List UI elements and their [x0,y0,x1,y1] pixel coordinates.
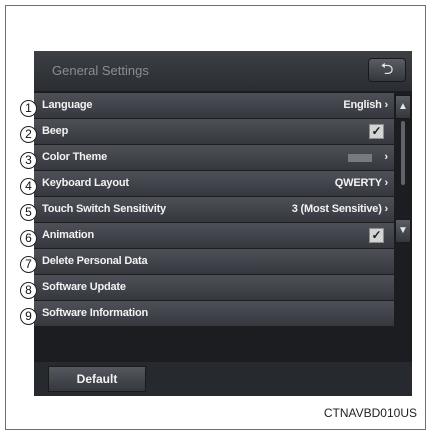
header-bar: General Settings ⮌ [34,51,412,91]
animation-checkbox[interactable]: ✓ [369,228,384,243]
setting-label: Touch Switch Sensitivity [42,203,166,215]
page-title: General Settings [52,63,149,78]
setting-row-beep[interactable]: Beep ✓ [34,119,394,144]
setting-value: 3 (Most Sensitive) › [291,203,389,215]
setting-row-delete-personal-data[interactable]: Delete Personal Data [34,249,394,274]
callout-number: 1 [20,100,37,117]
chevron-right-icon: › [384,151,388,163]
beep-checkbox[interactable]: ✓ [369,124,384,139]
setting-row-software-update[interactable]: Software Update [34,275,394,300]
up-arrow-icon: ▲ [398,101,408,112]
setting-label: Language [42,99,93,111]
manual-figure-frame: General Settings ⮌ Language English › Be… [5,5,426,430]
down-arrow-icon: ▼ [398,225,408,236]
setting-label: Color Theme [42,151,108,163]
callout-number: 4 [20,178,37,195]
scroll-up-button[interactable]: ▲ [395,95,411,119]
checkmark-icon: ✓ [371,124,382,138]
chevron-right-icon: › [384,203,389,215]
setting-row-keyboard-layout[interactable]: Keyboard Layout QWERTY › [34,171,394,196]
setting-value: QWERTY › [334,177,389,189]
setting-label: Software Information [42,307,149,319]
settings-list: Language English › Beep ✓ Color Theme › … [34,93,394,327]
setting-label: Animation [42,229,94,241]
scroll-down-button[interactable]: ▼ [395,219,411,243]
footer-bar: Default [34,362,412,396]
checkmark-icon: ✓ [371,228,382,242]
default-button[interactable]: Default [48,366,146,392]
back-button[interactable]: ⮌ [368,58,406,82]
setting-label: Beep [42,125,69,137]
setting-row-language[interactable]: Language English › [34,93,394,118]
setting-row-software-information[interactable]: Software Information [34,301,394,326]
setting-label: Keyboard Layout [42,177,129,189]
back-arrow-icon: ⮌ [380,61,394,78]
scrollbar[interactable] [401,121,405,185]
chevron-right-icon: › [384,99,389,111]
settings-screen: General Settings ⮌ Language English › Be… [34,51,412,396]
figure-caption: CTNAVBD010US [323,406,417,420]
callout-number: 6 [20,230,37,247]
callout-number: 7 [20,256,37,273]
callout-number: 5 [20,204,37,221]
setting-label: Delete Personal Data [42,255,148,267]
callout-number: 2 [20,126,37,143]
setting-row-color-theme[interactable]: Color Theme › [34,145,394,170]
setting-value: English › [343,99,388,111]
callout-number: 9 [20,308,37,325]
callout-number: 3 [20,152,37,169]
color-swatch [348,154,372,162]
setting-row-touch-sensitivity[interactable]: Touch Switch Sensitivity 3 (Most Sensiti… [34,197,394,222]
setting-row-animation[interactable]: Animation ✓ [34,223,394,248]
chevron-right-icon: › [384,177,389,189]
callout-number: 8 [20,282,37,299]
setting-label: Software Update [42,281,126,293]
